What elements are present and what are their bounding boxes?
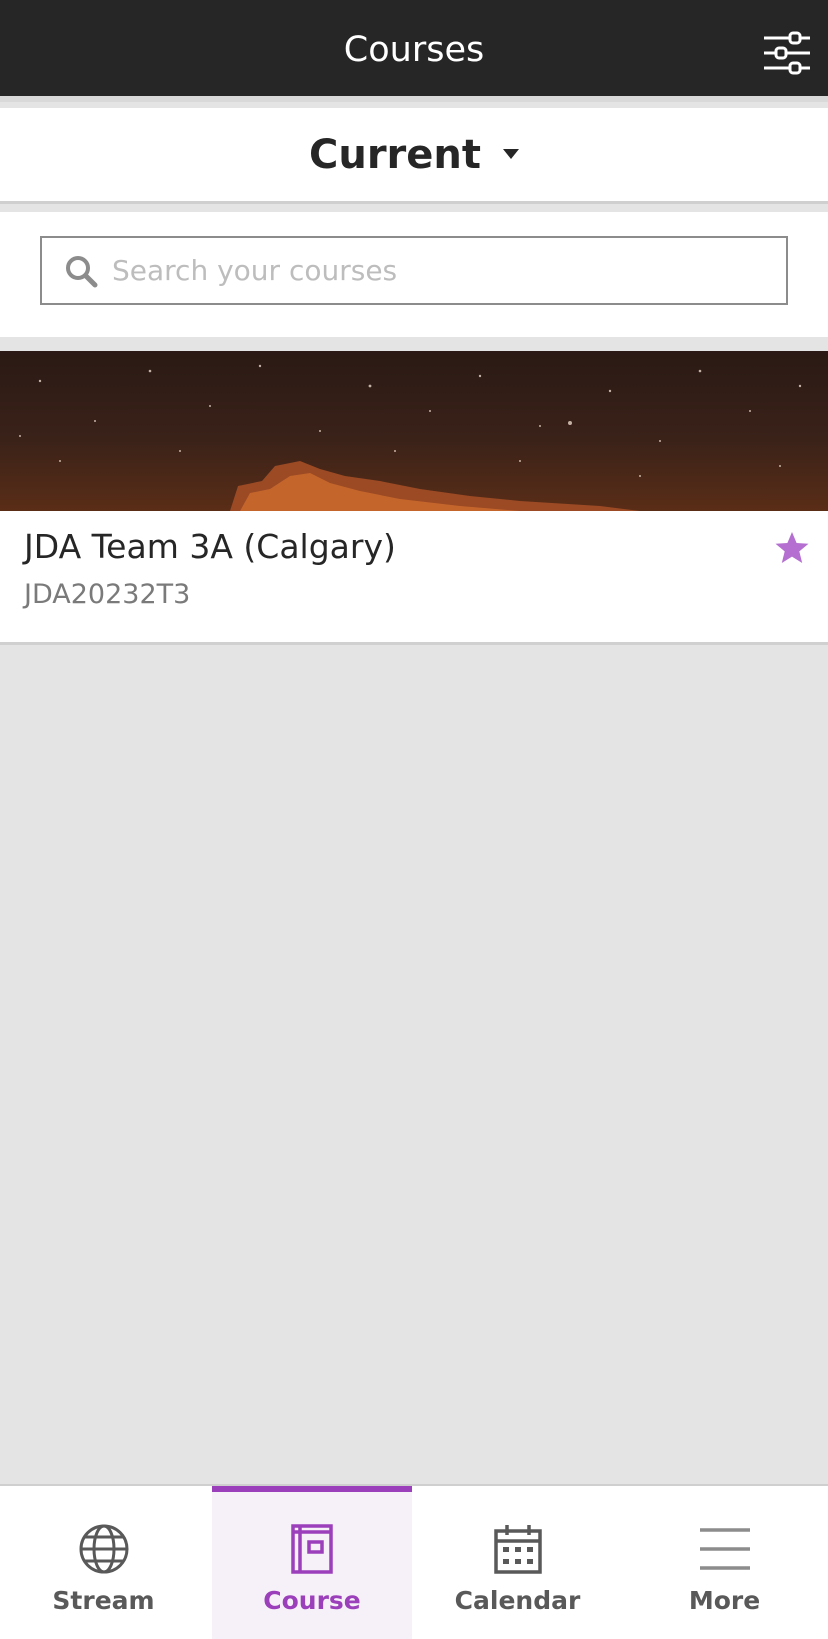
nav-tab-course-label: Course [263,1586,361,1615]
nav-tab-more[interactable]: More [621,1486,828,1639]
sliders-icon [764,31,810,75]
term-selector-dropdown[interactable]: Current [0,132,828,178]
book-icon [291,1524,333,1574]
menu-icon [699,1528,750,1570]
night-sky-image [19,364,802,511]
course-title: JDA Team 3A (Calgary) [24,527,396,566]
search-icon [66,256,98,288]
bottom-navigation: Stream Course Calendar More [0,1484,828,1639]
nav-tab-calendar-label: Calendar [454,1586,581,1615]
calendar-icon [493,1525,542,1574]
nav-tab-course[interactable]: Course [212,1486,412,1639]
nav-tab-calendar[interactable]: Calendar [414,1486,621,1639]
course-banner-image [0,351,828,511]
term-selector-bar: Current [0,108,828,204]
search-section [0,212,828,337]
nav-tab-stream[interactable]: Stream [0,1486,207,1639]
favorite-star-icon[interactable] [774,531,810,565]
top-app-bar: Courses [0,0,828,102]
nav-tab-more-label: More [688,1586,761,1615]
filter-button[interactable] [762,30,812,76]
caret-down-icon [503,149,519,159]
course-card[interactable]: JDA Team 3A (Calgary) JDA20232T3 [0,351,828,645]
course-code: JDA20232T3 [24,579,191,610]
page-title: Courses [343,30,485,70]
search-input[interactable] [112,238,776,303]
search-box[interactable] [40,236,788,305]
globe-icon [79,1524,128,1574]
term-selector-label: Current [308,132,481,178]
nav-tab-stream-label: Stream [52,1586,155,1615]
